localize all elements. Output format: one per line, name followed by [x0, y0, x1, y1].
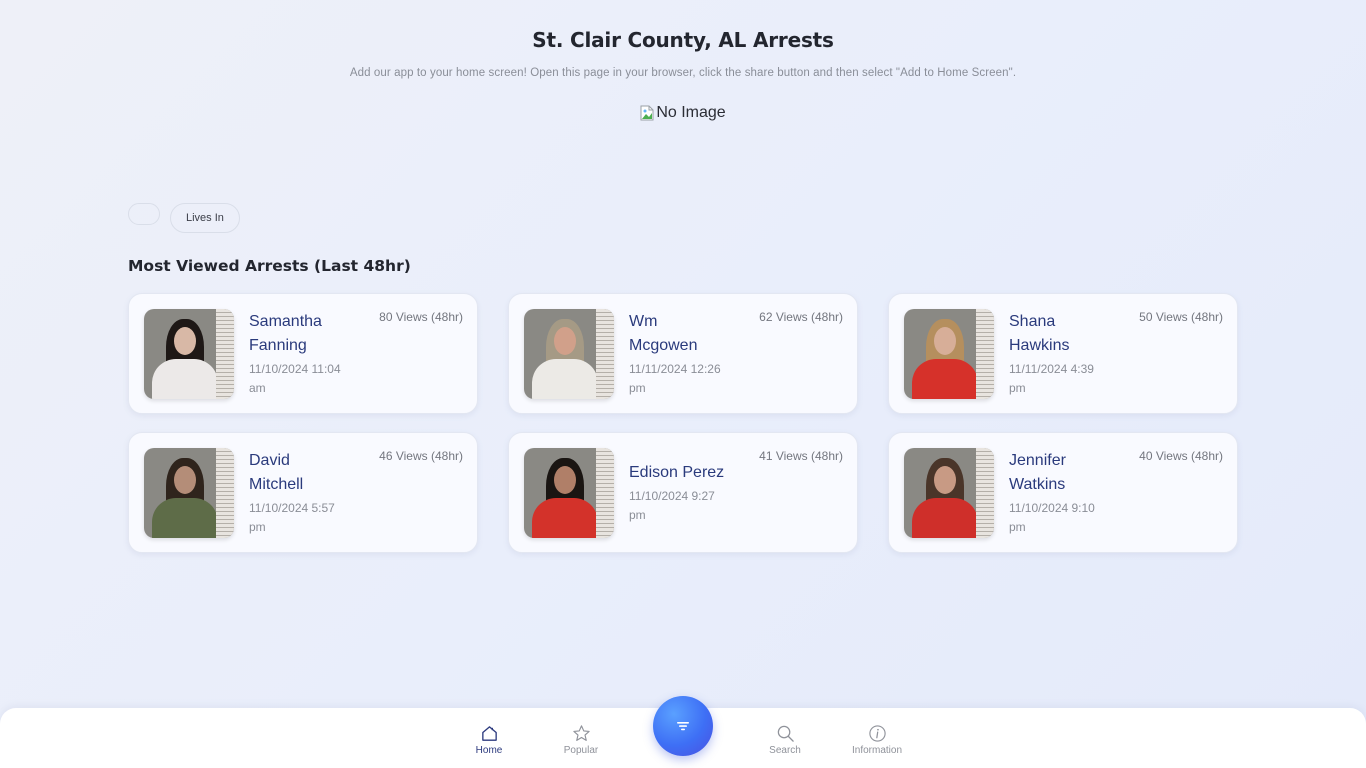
arrestee-name[interactable]: Samantha Fanning: [249, 310, 359, 358]
star-icon: [572, 725, 590, 741]
nav-popular[interactable]: Popular: [541, 724, 621, 756]
arrestee-name[interactable]: Wm Mcgowen: [629, 310, 739, 358]
arrest-datetime: 11/11/2024 4:39 pm: [1009, 362, 1094, 395]
broken-image-icon: [640, 105, 654, 121]
view-count: 50 Views (48hr): [1139, 310, 1223, 324]
header: St. Clair County, AL Arrests Add our app…: [0, 0, 1366, 125]
arrest-datetime: 11/10/2024 9:10 pm: [1009, 501, 1095, 534]
nav-information[interactable]: Information: [837, 724, 917, 756]
filter-chip-empty[interactable]: [128, 203, 160, 225]
search-icon: [777, 725, 794, 742]
view-count: 41 Views (48hr): [759, 449, 843, 463]
mugshot-photo: [904, 309, 994, 399]
arrest-card[interactable]: Shana Hawkins 11/11/2024 4:39 pm 50 Views …: [888, 293, 1238, 414]
mugshot-photo: [904, 448, 994, 538]
arrestee-name[interactable]: Edison Perez: [629, 461, 739, 485]
add-to-home-hint: Add our app to your home screen! Open th…: [349, 67, 1017, 79]
arrest-card[interactable]: Edison Perez 11/10/2024 9:27 pm 41 Views …: [508, 432, 858, 553]
nav-search[interactable]: Search: [745, 724, 825, 756]
arrest-grid: Samantha Fanning 11/10/2024 11:04 am 80 Vi…: [128, 293, 1238, 553]
nav-search-label: Search: [769, 745, 801, 756]
info-icon: [868, 725, 886, 742]
filter-chips: Lives In: [128, 203, 240, 233]
page-title: St. Clair County, AL Arrests: [532, 28, 834, 52]
arrest-datetime: 11/10/2024 5:57 pm: [249, 501, 335, 534]
banner-image: No Image: [640, 104, 726, 122]
filter-chip-lives-in[interactable]: Lives In: [170, 203, 240, 233]
arrest-card[interactable]: David Mitchell 11/10/2024 5:57 pm 46 Views…: [128, 432, 478, 553]
arrest-card[interactable]: Wm Mcgowen 11/11/2024 12:26 pm 62 Views (4…: [508, 293, 858, 414]
arrest-card[interactable]: Samantha Fanning 11/10/2024 11:04 am 80 Vi…: [128, 293, 478, 414]
arrest-datetime: 11/10/2024 11:04 am: [249, 362, 341, 395]
arrestee-name[interactable]: David Mitchell: [249, 449, 359, 497]
home-icon: [481, 726, 497, 741]
mugshot-photo: [144, 448, 234, 538]
arrest-datetime: 11/11/2024 12:26 pm: [629, 362, 721, 395]
arrestee-name[interactable]: Jennifer Watkins: [1009, 449, 1119, 497]
arrestee-name[interactable]: Shana Hawkins: [1009, 310, 1119, 358]
nav-popular-label: Popular: [563, 745, 599, 756]
nav-home[interactable]: Home: [449, 724, 529, 756]
banner-alt-text: No Image: [656, 104, 726, 121]
mugshot-photo: [524, 448, 614, 538]
filter-fab-button[interactable]: [653, 696, 713, 756]
nav-home-label: Home: [475, 745, 503, 756]
view-count: 46 Views (48hr): [379, 449, 463, 463]
filter-icon: [677, 722, 689, 731]
arrest-datetime: 11/10/2024 9:27 pm: [629, 489, 715, 522]
page: St. Clair County, AL Arrests Add our app…: [0, 0, 1366, 768]
view-count: 40 Views (48hr): [1139, 449, 1223, 463]
section-title: Most Viewed Arrests (Last 48hr): [128, 257, 411, 275]
mugshot-photo: [524, 309, 614, 399]
view-count: 62 Views (48hr): [759, 310, 843, 324]
arrest-card[interactable]: Jennifer Watkins 11/10/2024 9:10 pm 40 Vie…: [888, 432, 1238, 553]
nav-information-label: Information: [851, 745, 903, 756]
view-count: 80 Views (48hr): [379, 310, 463, 324]
mugshot-photo: [144, 309, 234, 399]
